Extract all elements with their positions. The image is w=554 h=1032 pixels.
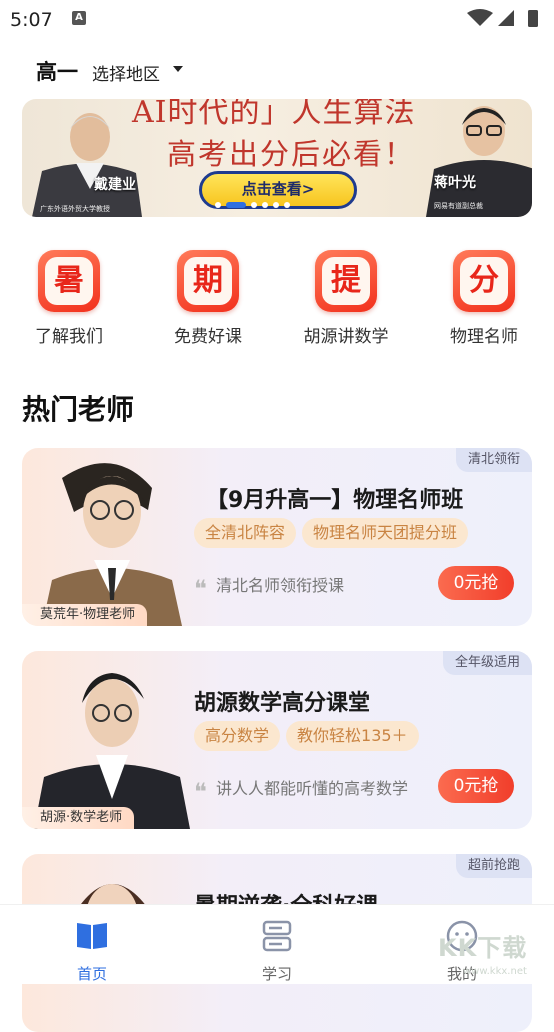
- region-selector[interactable]: 选择地区: [92, 60, 160, 85]
- quote-icon: ❝: [194, 575, 207, 603]
- quick-link-physics[interactable]: 分 物理名师: [424, 250, 544, 347]
- status-time: 5:07: [10, 9, 53, 31]
- tab-home[interactable]: 首页: [42, 919, 142, 984]
- improve-icon: 提: [315, 250, 377, 312]
- person-right-caption: 网易有道副总裁: [434, 202, 483, 210]
- caret-down-icon[interactable]: [173, 66, 183, 72]
- quick-link-about[interactable]: 暑 了解我们: [9, 250, 129, 347]
- claim-button[interactable]: 0元抢: [438, 566, 514, 600]
- book-icon: [77, 923, 107, 949]
- score-icon: 分: [453, 250, 515, 312]
- teacher-photo: [34, 673, 190, 829]
- quick-link-math[interactable]: 提 胡源讲数学: [286, 250, 406, 347]
- course-quote: ❝ 清北名师领衔授课: [194, 572, 344, 603]
- course-card[interactable]: 胡源·数学老师 全年级适用 胡源数学高分课堂 高分数学 教你轻松135＋ ❝ 讲人人…: [22, 651, 532, 829]
- tab-label: 学习: [261, 965, 292, 983]
- quick-link-label: 了解我们: [35, 327, 103, 347]
- claim-button[interactable]: 0元抢: [438, 769, 514, 803]
- wifi-icon: [467, 9, 493, 26]
- person-right-image: [426, 106, 532, 217]
- carousel-dot-active[interactable]: [226, 202, 246, 208]
- section-title: 热门老师: [22, 393, 135, 426]
- course-tag: 超前抢跑: [455, 854, 532, 878]
- quick-link-label: 物理名师: [450, 327, 518, 347]
- quote-icon: ❝: [194, 778, 207, 806]
- grade-selector[interactable]: 高一: [36, 56, 78, 86]
- carousel-dot[interactable]: [262, 202, 268, 208]
- banner-subheadline: 高考出分后必看！: [167, 137, 416, 171]
- carousel-dot[interactable]: [273, 202, 279, 208]
- teacher-name: 胡源·数学老师: [22, 807, 135, 829]
- study-icon: [262, 920, 292, 952]
- teacher-photo: [42, 463, 182, 626]
- notification-icon: A: [72, 11, 86, 25]
- quick-link-label: 免费好课: [174, 327, 242, 347]
- course-card[interactable]: 莫荒年·物理老师 清北领衔 【9月升高一】物理名师班 全清北阵容 物理名师天团提分…: [22, 448, 532, 626]
- carousel-dot[interactable]: [284, 202, 290, 208]
- course-chip: 高分数学: [194, 721, 281, 751]
- term-icon: 期: [177, 250, 239, 312]
- page-header: 高一 选择地区: [0, 52, 554, 88]
- course-chip: 物理名师天团提分班: [302, 518, 469, 548]
- watermark-logo: KK下载: [438, 934, 528, 962]
- person-right-name: 蒋叶光: [434, 175, 476, 191]
- teacher-name: 莫荒年·物理老师: [22, 604, 148, 626]
- person-left-image: [32, 113, 142, 217]
- course-quote-text: 讲人人都能听懂的高考数学: [216, 779, 409, 798]
- quick-link-label: 胡源讲数学: [303, 327, 389, 347]
- tab-study[interactable]: 学习: [227, 919, 327, 984]
- quick-link-free-course[interactable]: 期 免费好课: [148, 250, 268, 347]
- summer-icon: 暑: [38, 250, 100, 312]
- course-chips: 全清北阵容 物理名师天团提分班: [194, 518, 474, 548]
- course-chip: 教你轻松135＋: [286, 721, 419, 751]
- carousel-dot[interactable]: [251, 202, 257, 208]
- person-left-caption: 广东外语外贸大学教授: [40, 205, 110, 213]
- course-tag: 全年级适用: [442, 651, 532, 675]
- banner-headline: AI时代的」人生算法: [132, 99, 416, 130]
- course-quote-text: 清北名师领衔授课: [216, 576, 345, 595]
- banner-carousel-dots: [215, 202, 295, 208]
- carousel-dot[interactable]: [215, 202, 221, 208]
- course-title: 【9月升高一】物理名师班: [206, 488, 464, 513]
- course-title: 胡源数学高分课堂: [194, 691, 371, 716]
- person-left-name: 戴建业: [94, 177, 136, 193]
- course-tag: 清北领衔: [455, 448, 532, 472]
- course-chips: 高分数学 教你轻松135＋: [194, 721, 425, 751]
- tab-label: 首页: [76, 965, 107, 983]
- signal-icon: [498, 10, 514, 26]
- promo-banner[interactable]: AI时代的」人生算法 高考出分后必看！ 戴建业 广东外语外贸大学教授 蒋叶光 网…: [22, 99, 532, 217]
- course-quote: ❝ 讲人人都能听懂的高考数学: [194, 775, 408, 806]
- watermark-url: www.kkx.net: [463, 966, 527, 977]
- battery-icon: [528, 10, 538, 27]
- status-bar: 5:07 A: [0, 0, 554, 38]
- quick-links: 暑 了解我们 期 免费好课 提 胡源讲数学 分 物理名师: [0, 250, 554, 350]
- status-icons: [467, 9, 538, 27]
- course-chip: 全清北阵容: [194, 518, 297, 548]
